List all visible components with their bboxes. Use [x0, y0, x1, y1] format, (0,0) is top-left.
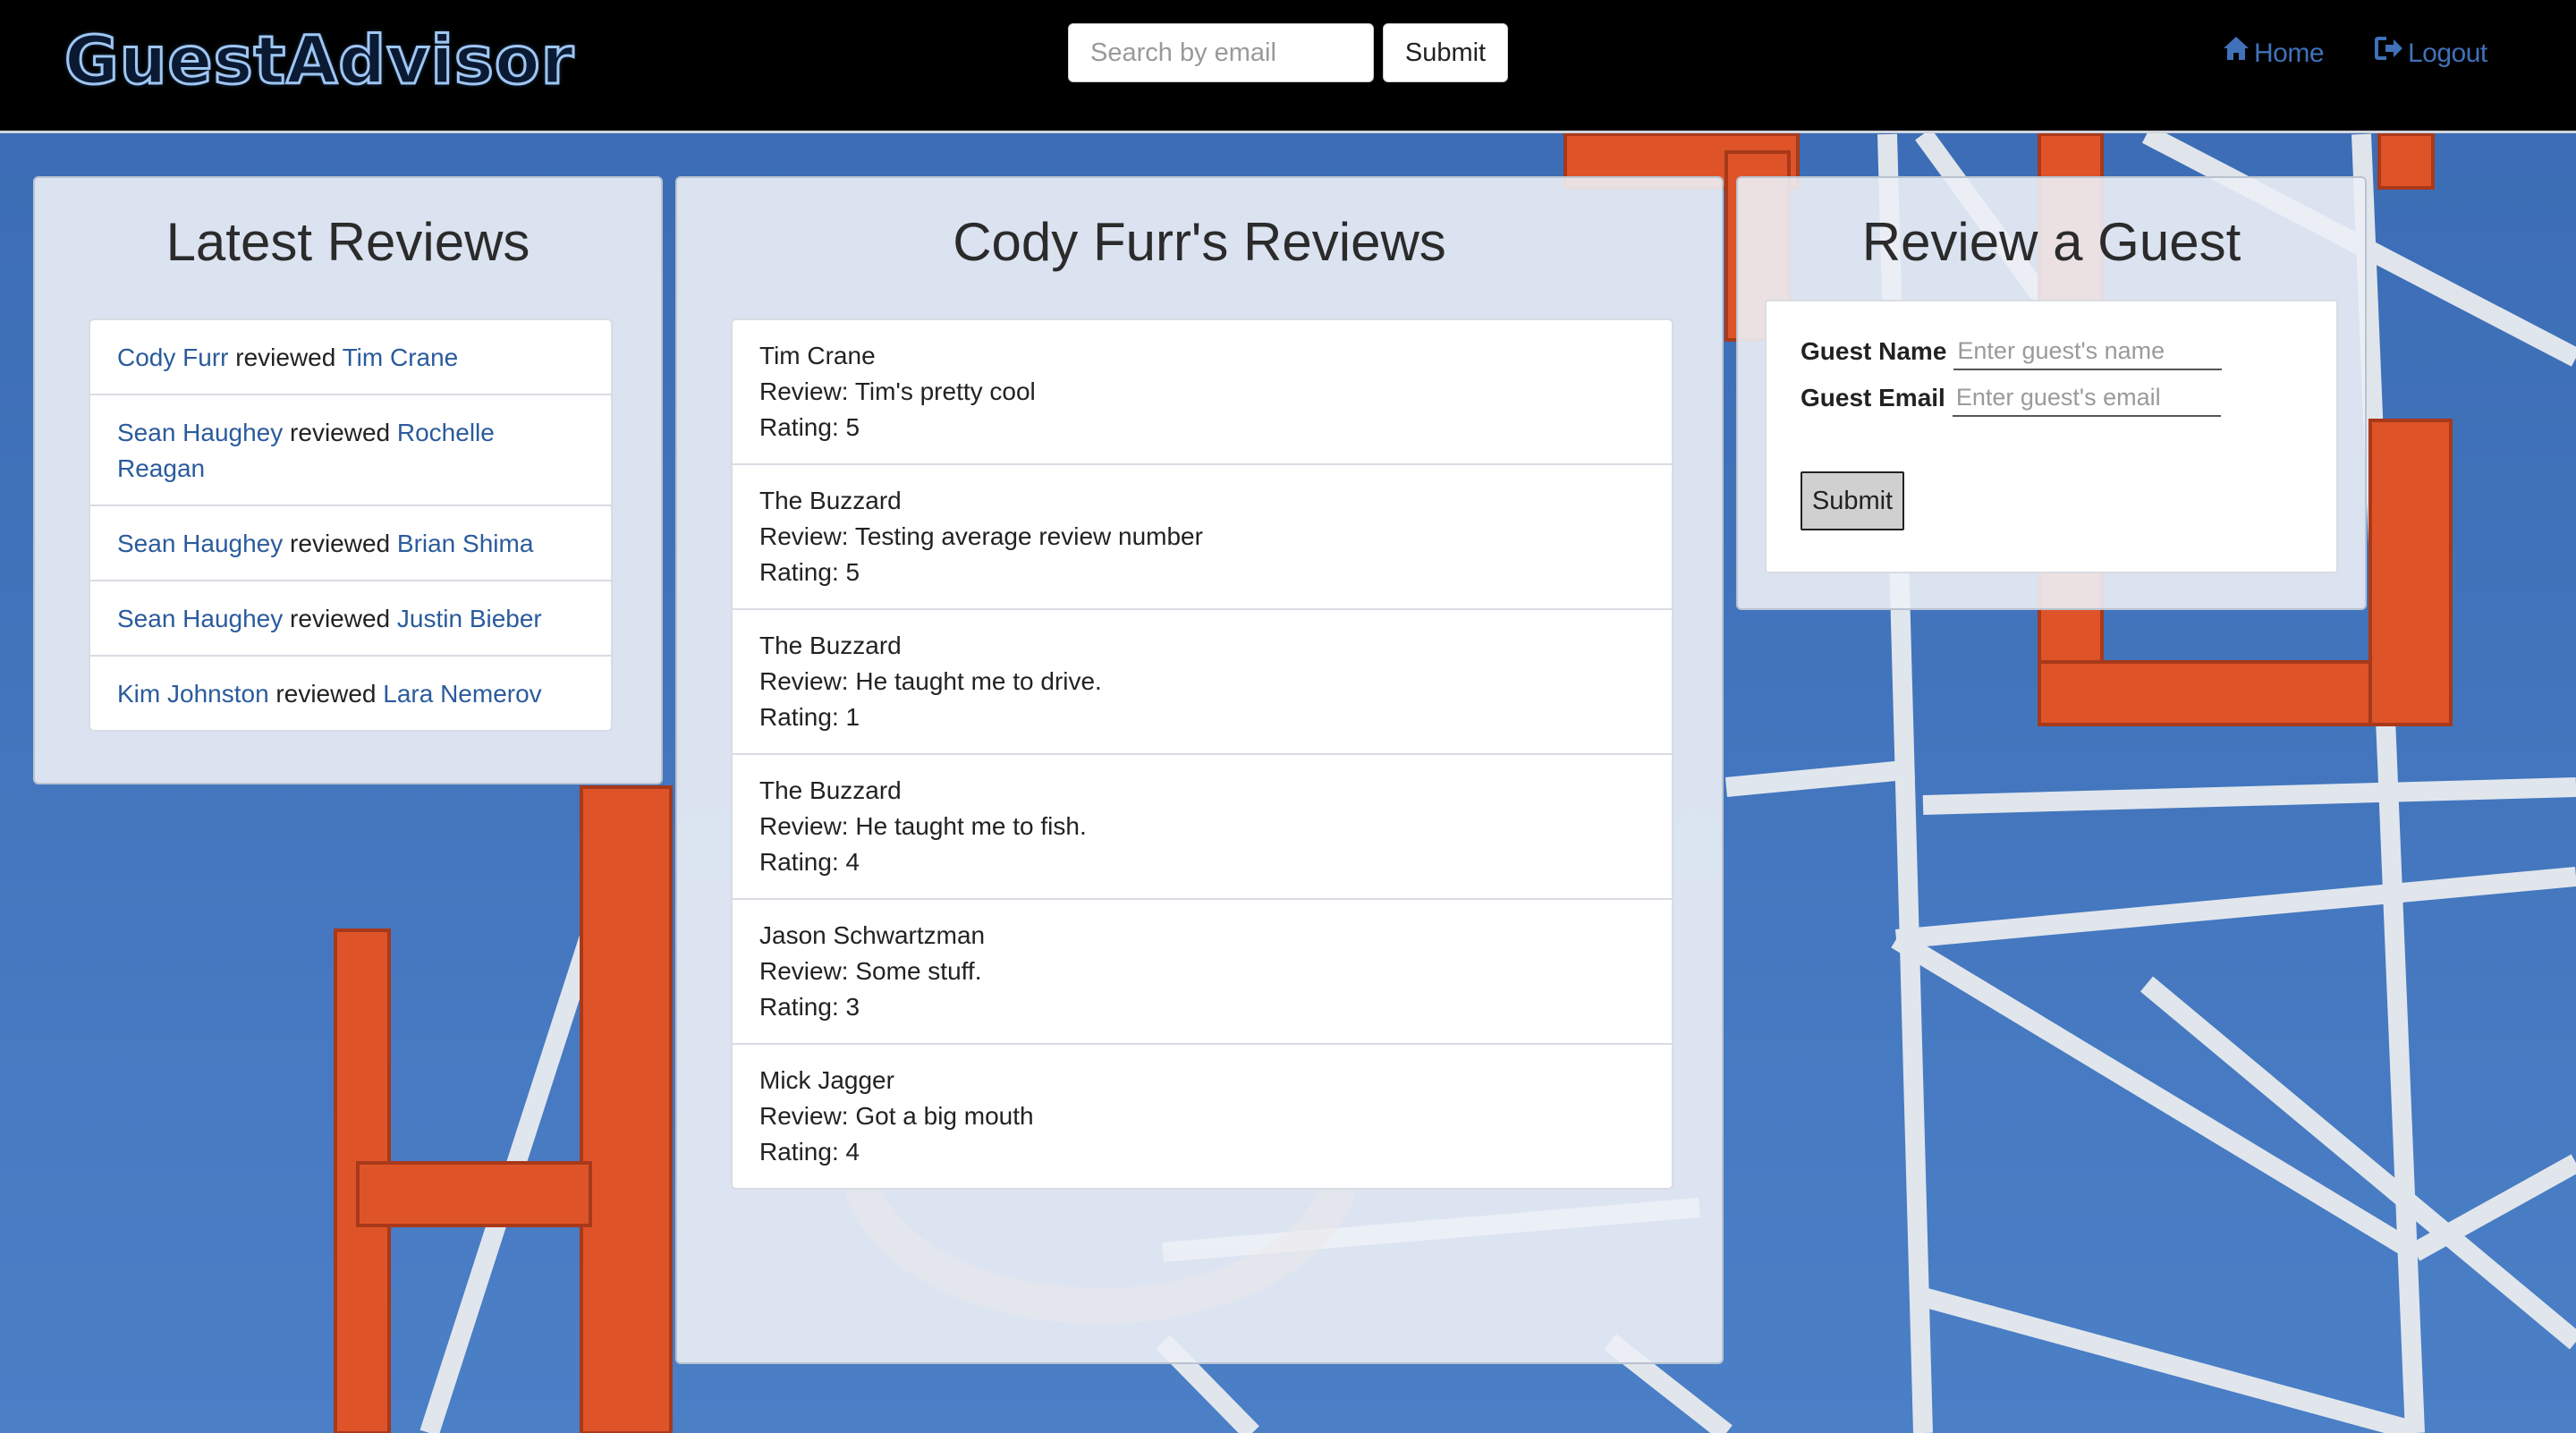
reviewed-text: reviewed — [290, 605, 391, 632]
guest-link[interactable]: Justin Bieber — [397, 605, 542, 632]
review-text: Review: Testing average review number — [759, 522, 1203, 550]
nav-home-label: Home — [2254, 38, 2325, 68]
review-rating: Rating: 5 — [759, 558, 860, 586]
review-guest-link[interactable]: Tim Crane — [759, 338, 1645, 374]
guest-email-row: Guest Email — [1801, 377, 2221, 420]
review-item: The Buzzard Review: Testing average revi… — [733, 463, 1672, 608]
review-text: Review: Some stuff. — [759, 957, 982, 985]
nav-logout-link[interactable]: Logout — [2374, 34, 2487, 73]
latest-reviews-panel: Latest Reviews Cody Furr reviewed Tim Cr… — [33, 176, 663, 784]
review-guest-link[interactable]: Jason Schwartzman — [759, 918, 1645, 954]
review-guest-link[interactable]: The Buzzard — [759, 483, 1645, 519]
user-reviews-list: Tim Crane Review: Tim's pretty cool Rati… — [731, 318, 1674, 1190]
guest-name-row: Guest Name — [1801, 330, 2223, 373]
latest-reviews-title: Latest Reviews — [165, 212, 530, 272]
review-text: Review: Got a big mouth — [759, 1102, 1034, 1130]
review-guest-title: Review a Guest — [1861, 212, 2241, 272]
review-item: The Buzzard Review: He taught me to driv… — [733, 608, 1672, 753]
nav-logout-label: Logout — [2408, 38, 2487, 68]
review-guest-link[interactable]: The Buzzard — [759, 628, 1645, 664]
logout-icon — [2374, 34, 2408, 73]
reviewer-link[interactable]: Sean Haughey — [117, 605, 283, 632]
review-rating: Rating: 5 — [759, 413, 860, 441]
latest-review-item: Sean Haughey reviewed Brian Shima — [90, 505, 611, 580]
review-text: Review: He taught me to fish. — [759, 812, 1087, 840]
review-guest-form: Guest Name Guest Email Submit — [1765, 300, 2338, 573]
review-item: The Buzzard Review: He taught me to fish… — [733, 753, 1672, 898]
latest-review-item: Cody Furr reviewed Tim Crane — [90, 320, 611, 394]
reviewed-text: reviewed — [290, 530, 391, 557]
reviewer-link[interactable]: Sean Haughey — [117, 530, 283, 557]
guest-link[interactable]: Tim Crane — [343, 343, 459, 371]
nav-home-link[interactable]: Home — [2222, 34, 2325, 73]
search-submit-button[interactable]: Submit — [1383, 23, 1508, 82]
home-icon — [2222, 34, 2254, 73]
review-item: Mick Jagger Review: Got a big mouth Rati… — [733, 1043, 1672, 1188]
latest-review-item: Sean Haughey reviewed Justin Bieber — [90, 580, 611, 655]
brand-logo[interactable]: GuestAdvisor — [63, 16, 574, 106]
review-guest-link[interactable]: The Buzzard — [759, 773, 1645, 809]
review-guest-link[interactable]: Mick Jagger — [759, 1063, 1645, 1098]
review-text: Review: He taught me to drive. — [759, 667, 1102, 695]
guest-link[interactable]: Lara Nemerov — [383, 680, 541, 708]
latest-review-item: Kim Johnston reviewed Lara Nemerov — [90, 655, 611, 730]
latest-review-item: Sean Haughey reviewed Rochelle Reagan — [90, 394, 611, 505]
reviewer-link[interactable]: Kim Johnston — [117, 680, 269, 708]
review-submit-button[interactable]: Submit — [1801, 471, 1904, 530]
review-rating: Rating: 1 — [759, 703, 860, 731]
user-reviews-title: Cody Furr's Reviews — [953, 212, 1446, 272]
navbar: GuestAdvisor Submit Home Logout — [0, 0, 2576, 133]
reviewed-text: reviewed — [235, 343, 336, 371]
review-rating: Rating: 4 — [759, 1138, 860, 1166]
search-input[interactable] — [1068, 23, 1374, 82]
reviewed-text: reviewed — [275, 680, 377, 708]
user-reviews-panel: Cody Furr's Reviews Tim Crane Review: Ti… — [675, 176, 1724, 1364]
reviewer-link[interactable]: Sean Haughey — [117, 419, 283, 446]
guest-link[interactable]: Brian Shima — [397, 530, 534, 557]
guest-email-input[interactable] — [1952, 379, 2221, 417]
latest-reviews-list: Cody Furr reviewed Tim Crane Sean Haughe… — [89, 318, 613, 732]
reviewed-text: reviewed — [290, 419, 391, 446]
guest-name-label: Guest Name — [1801, 337, 1947, 365]
review-rating: Rating: 3 — [759, 993, 860, 1021]
review-item: Jason Schwartzman Review: Some stuff. Ra… — [733, 898, 1672, 1043]
reviewer-link[interactable]: Cody Furr — [117, 343, 228, 371]
review-text: Review: Tim's pretty cool — [759, 377, 1036, 405]
guest-email-label: Guest Email — [1801, 384, 1945, 411]
guest-name-input[interactable] — [1953, 333, 2223, 370]
review-rating: Rating: 4 — [759, 848, 860, 876]
review-guest-panel: Review a Guest Guest Name Guest Email Su… — [1736, 176, 2367, 610]
review-item: Tim Crane Review: Tim's pretty cool Rati… — [733, 320, 1672, 463]
